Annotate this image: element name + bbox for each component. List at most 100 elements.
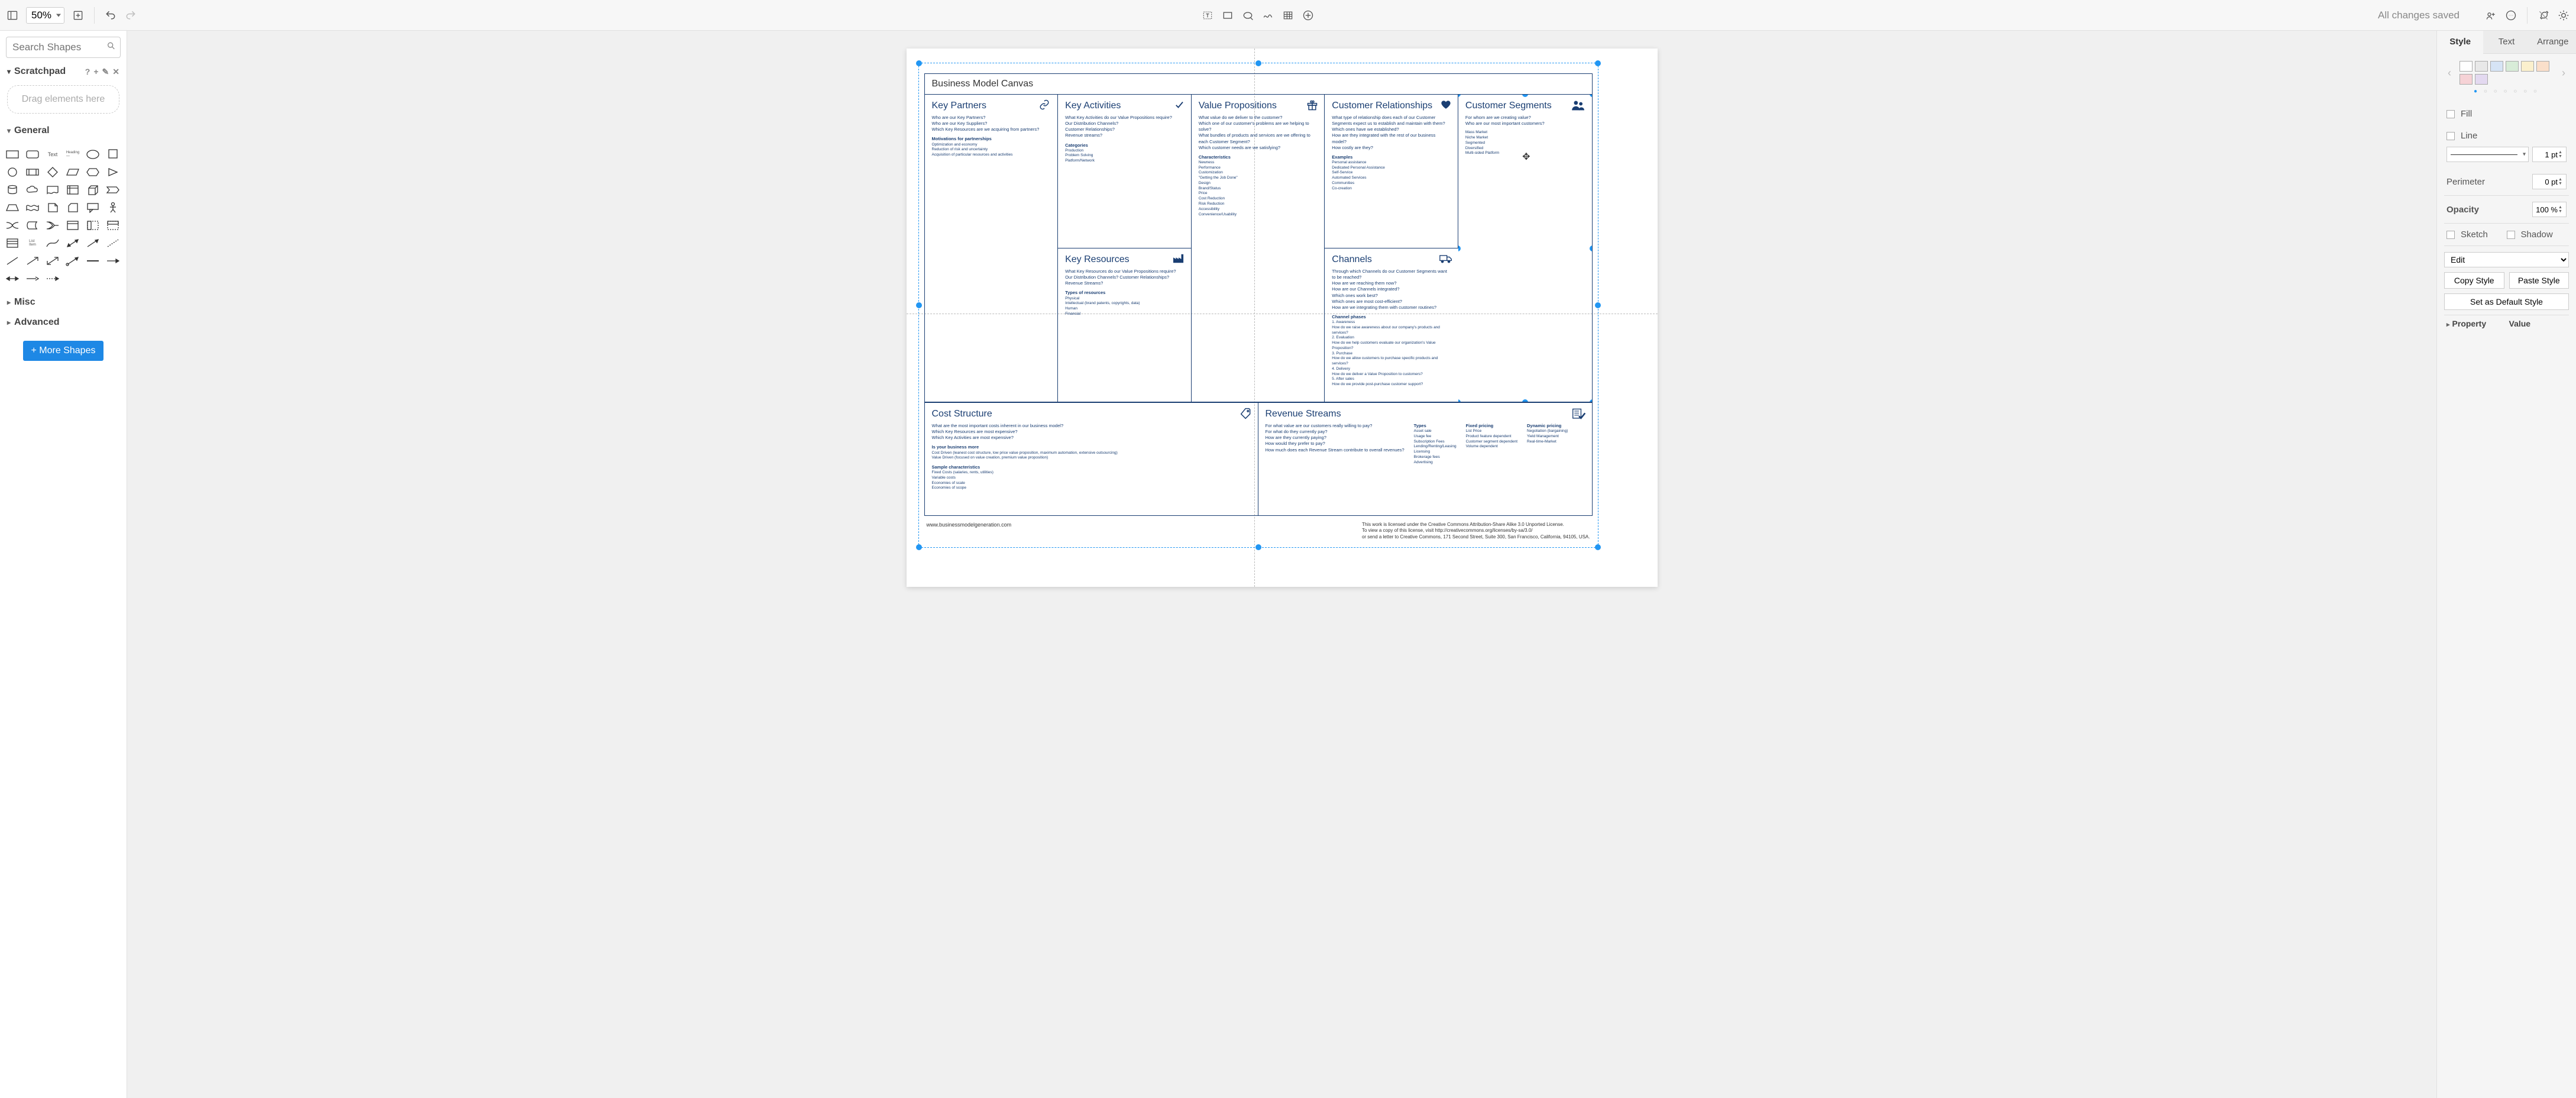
swatch-purple[interactable]	[2475, 74, 2488, 85]
edit-select[interactable]: Edit	[2444, 252, 2569, 267]
section-general[interactable]: General	[0, 121, 127, 141]
swatch-orange[interactable]	[2536, 61, 2549, 72]
search-input[interactable]	[6, 37, 121, 58]
sketch-checkbox[interactable]	[2446, 231, 2455, 239]
theme-button[interactable]	[2557, 9, 2570, 22]
tab-style[interactable]: Style	[2437, 31, 2483, 54]
shape-tape[interactable]	[24, 200, 41, 215]
add-icon[interactable]: +	[93, 67, 98, 77]
section-advanced[interactable]: Advanced	[0, 312, 127, 332]
scratchpad-header[interactable]: ▾ Scratchpad ? + ✎ ✕	[0, 62, 127, 82]
copy-style-button[interactable]: Copy Style	[2444, 272, 2504, 289]
section-misc[interactable]: Misc	[0, 292, 127, 312]
table-tool[interactable]	[1281, 9, 1295, 22]
cell-key-partners[interactable]: Key Partners Who are our Key Partners? W…	[925, 95, 1059, 402]
comments-button[interactable]	[2504, 9, 2517, 22]
shape-link[interactable]	[84, 253, 102, 269]
shape-swimlane-h[interactable]	[104, 218, 122, 233]
shape-internal-storage[interactable]	[64, 182, 82, 198]
shape-ellipse[interactable]	[84, 147, 102, 162]
shape-heading[interactable]: Heading—	[64, 147, 82, 162]
more-shapes-button[interactable]: + More Shapes	[23, 341, 104, 361]
shape-link2[interactable]	[104, 253, 122, 269]
shadow-checkbox[interactable]	[2507, 231, 2515, 239]
swatch-gray[interactable]	[2475, 61, 2488, 72]
tab-text[interactable]: Text	[2483, 31, 2529, 53]
format-panel-toggle[interactable]	[2537, 9, 2550, 22]
close-icon[interactable]: ✕	[112, 67, 119, 77]
swatch-red[interactable]	[2460, 74, 2473, 85]
shape-rect[interactable]	[4, 147, 21, 162]
ellipse-tool[interactable]	[1241, 9, 1254, 22]
cell-revenue-streams[interactable]: Revenue Streams For what value are our c…	[1258, 403, 1592, 515]
shape-arrow-out2[interactable]	[44, 253, 62, 269]
shape-process[interactable]	[24, 164, 41, 180]
tab-arrange[interactable]: Arrange	[2530, 31, 2576, 53]
edit-icon[interactable]: ✎	[102, 67, 109, 77]
redo-button[interactable]	[124, 9, 137, 22]
shape-line[interactable]	[4, 253, 21, 269]
fill-checkbox[interactable]	[2446, 110, 2455, 118]
shape-cloud[interactable]	[24, 182, 41, 198]
shape-actor[interactable]	[104, 200, 122, 215]
next-palette[interactable]: ›	[2558, 67, 2569, 79]
shape-rounded[interactable]	[24, 147, 41, 162]
shape-diamond[interactable]	[44, 164, 62, 180]
shape-card[interactable]	[64, 200, 82, 215]
shape-callout[interactable]	[84, 200, 102, 215]
share-button[interactable]	[2484, 9, 2497, 22]
canvas[interactable]: Business Model Canvas Key Partners Who a…	[127, 31, 2436, 1098]
shape-link5[interactable]	[44, 271, 62, 286]
shape-link3[interactable]	[4, 271, 21, 286]
cell-key-resources[interactable]: Key Resources What Key Resources do our …	[1058, 248, 1192, 402]
freehand-tool[interactable]	[1261, 9, 1274, 22]
swatch-none[interactable]	[2460, 61, 2473, 72]
add-shape-button[interactable]	[1302, 9, 1315, 22]
shape-swimlane-v[interactable]	[84, 218, 102, 233]
swatch-blue[interactable]	[2490, 61, 2503, 72]
undo-button[interactable]	[104, 9, 117, 22]
text-box-tool[interactable]	[1201, 9, 1214, 22]
cell-value-propositions[interactable]: Value Propositions What value do we deli…	[1192, 95, 1325, 402]
shape-note[interactable]	[44, 200, 62, 215]
shape-curve[interactable]	[44, 235, 62, 251]
shape-cube[interactable]	[84, 182, 102, 198]
zoom-add-button[interactable]	[72, 9, 85, 22]
cell-cost-structure[interactable]: Cost Structure What are the most importa…	[925, 403, 1258, 515]
shape-arrow-out[interactable]	[24, 253, 41, 269]
shape-hexagon[interactable]	[84, 164, 102, 180]
shape-cylinder[interactable]	[4, 182, 21, 198]
shape-arrow[interactable]	[84, 235, 102, 251]
shape-connector[interactable]	[64, 253, 82, 269]
swatch-yellow[interactable]	[2521, 61, 2534, 72]
shape-square[interactable]	[104, 147, 122, 162]
shape-container[interactable]	[64, 218, 82, 233]
rectangle-tool[interactable]	[1221, 9, 1234, 22]
shape-list[interactable]	[4, 235, 21, 251]
shape-link4[interactable]	[24, 271, 41, 286]
toggle-sidebar-button[interactable]	[6, 9, 19, 22]
shape-dashed[interactable]	[104, 235, 122, 251]
shape-parallelogram[interactable]	[64, 164, 82, 180]
shape-document[interactable]	[44, 182, 62, 198]
shape-arrow-bi[interactable]	[64, 235, 82, 251]
help-icon[interactable]: ?	[85, 67, 90, 77]
swatch-green[interactable]	[2506, 61, 2519, 72]
cell-key-activities[interactable]: Key Activities What Key Activities do ou…	[1058, 95, 1192, 248]
scratchpad-drop-zone[interactable]: Drag elements here	[7, 85, 119, 114]
cell-customer-segments[interactable]: Customer Segments For whom are we creati…	[1458, 95, 1592, 402]
shape-data-storage[interactable]	[24, 218, 41, 233]
zoom-select[interactable]: 50%	[26, 7, 64, 24]
shape-list-item[interactable]: ListItem	[24, 235, 41, 251]
line-style-select[interactable]	[2446, 147, 2529, 162]
shape-step[interactable]	[104, 182, 122, 198]
shape-or[interactable]	[4, 218, 21, 233]
cell-channels[interactable]: Channels Through which Channels do our C…	[1325, 248, 1458, 402]
shape-text[interactable]: Text	[44, 147, 62, 162]
cell-customer-relationships[interactable]: Customer Relationships What type of rela…	[1325, 95, 1458, 248]
paste-style-button[interactable]: Paste Style	[2509, 272, 2569, 289]
line-checkbox[interactable]	[2446, 132, 2455, 140]
prev-palette[interactable]: ‹	[2444, 67, 2455, 79]
shape-triangle[interactable]	[104, 164, 122, 180]
shape-circle[interactable]	[4, 164, 21, 180]
